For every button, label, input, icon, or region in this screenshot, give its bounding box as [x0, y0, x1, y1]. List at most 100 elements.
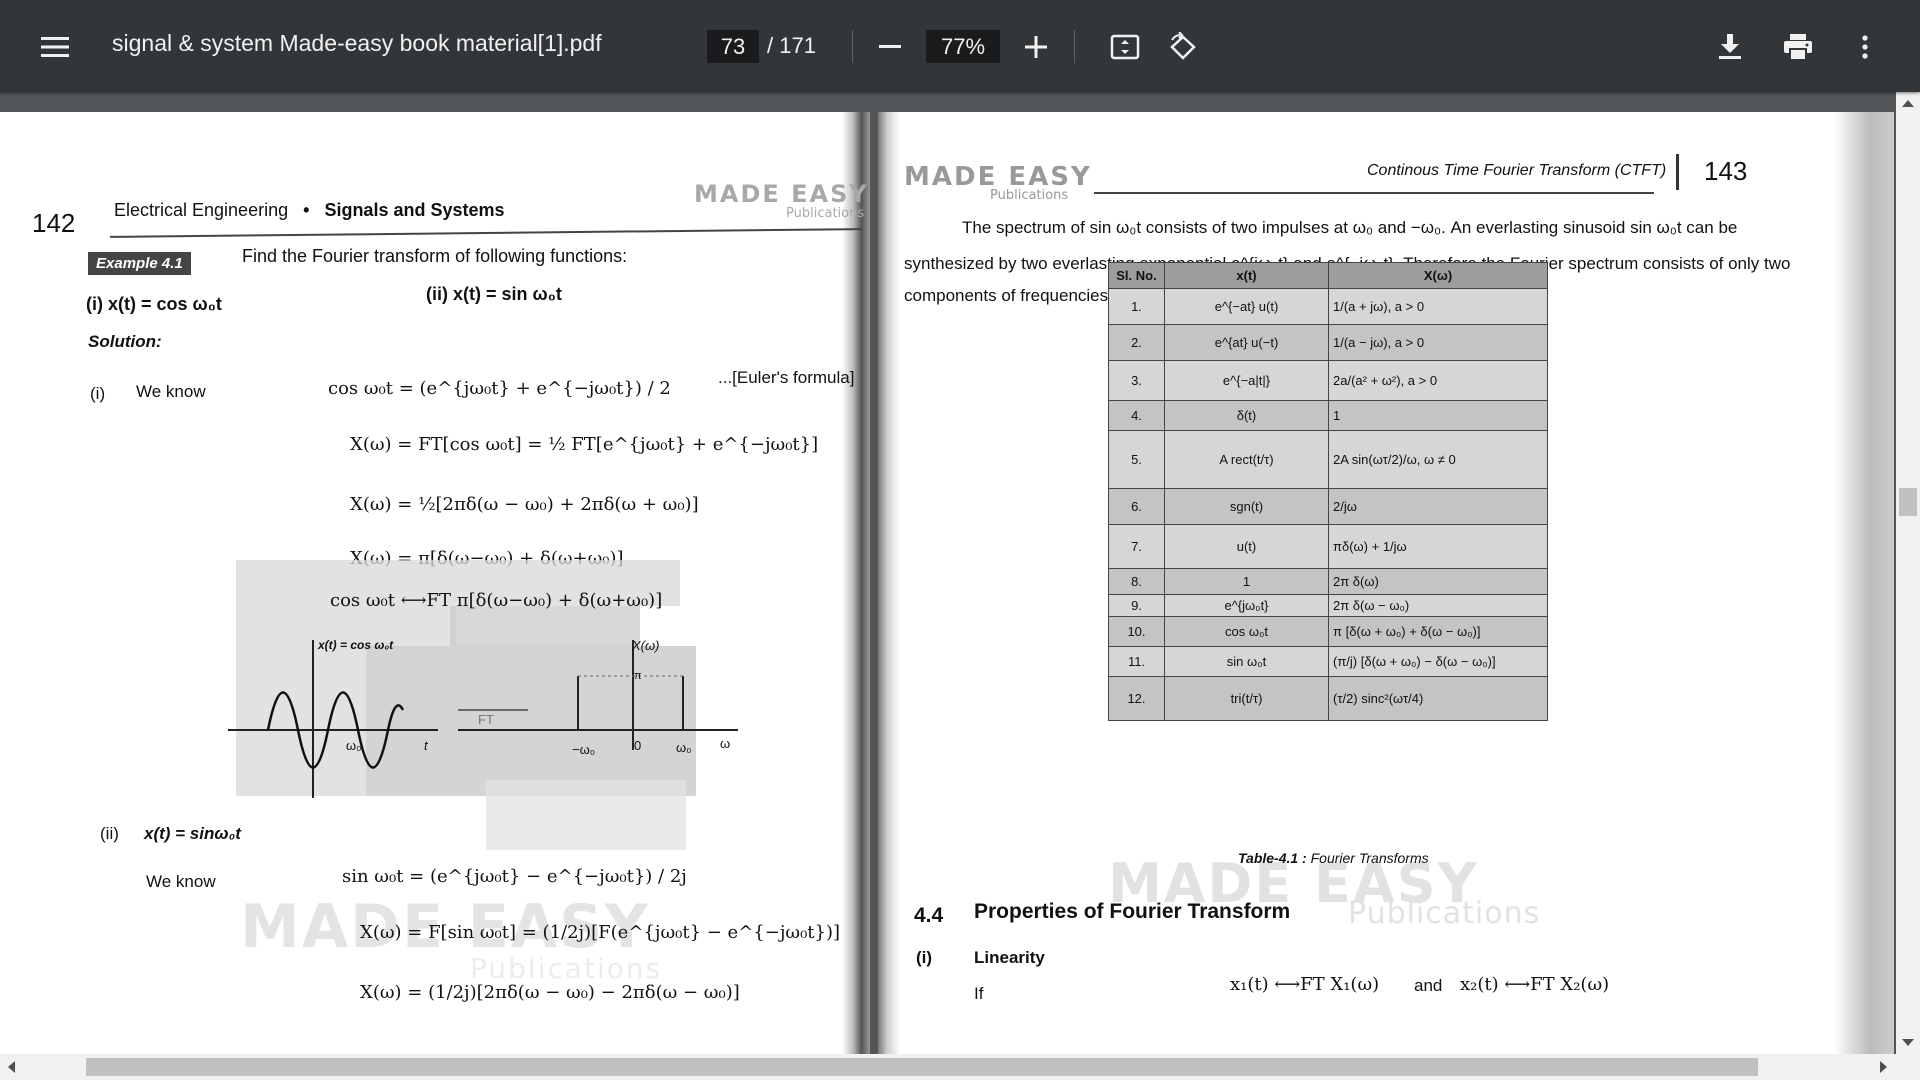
- step-ii-function: x(t) = sinω₀t: [144, 824, 241, 843]
- table-header: X(ω): [1328, 262, 1548, 289]
- document-viewport[interactable]: 142 Electrical Engineering • Signals and…: [0, 92, 1896, 1054]
- table-row: 10. cos ω₀t π [δ(ω + ω₀) + δ(ω − ω₀)]: [1108, 616, 1548, 647]
- toolbar-divider: [1074, 30, 1075, 63]
- euler-note: ...[Euler's formula]: [718, 368, 855, 387]
- table-cell: 12.: [1108, 676, 1165, 721]
- paragraph-line-1: The spectrum of sin ω₀t consists of two …: [962, 218, 1738, 237]
- zoom-input[interactable]: 77%: [926, 30, 1000, 63]
- figure-shading: [486, 780, 686, 850]
- fit-page-icon[interactable]: [1100, 22, 1150, 72]
- watermark-sub: Publications: [990, 188, 1069, 203]
- scroll-down-icon[interactable]: [1902, 1039, 1914, 1046]
- table-row: 7. u(t) πδ(ω) + 1/jω: [1108, 524, 1548, 569]
- table-cell: 2A sin(ωτ/2)/ω, ω ≠ 0: [1328, 430, 1548, 489]
- table-row: 8. 1 2π δ(ω): [1108, 568, 1548, 595]
- part-ii-label: (ii) x(t) = sin ω₀t: [426, 284, 562, 304]
- horizontal-scroll-thumb[interactable]: [86, 1058, 1758, 1076]
- pdf-viewer: signal & system Made-easy book material[…: [0, 0, 1920, 1080]
- page-header-title: Continous Time Fourier Transform (CTFT): [1367, 162, 1667, 179]
- zoom-in-icon[interactable]: [1014, 22, 1058, 72]
- table-cell: 2π δ(ω − ω₀): [1328, 594, 1548, 617]
- table-cell: 11.: [1108, 646, 1165, 677]
- page-number: 143: [1704, 156, 1748, 186]
- table-cell: e^{−a|t|}: [1164, 360, 1329, 401]
- plot-X-label: X(ω): [632, 638, 660, 653]
- watermark-large-sub: Publications: [470, 952, 663, 985]
- and-text: and: [1414, 976, 1443, 995]
- plot-ft-label: FT: [478, 712, 494, 727]
- table-cell: 1: [1328, 400, 1548, 431]
- equation-euler-sin: sin ω₀t = (e^{jω₀t} − e^{−jω₀t}) / 2j: [342, 866, 687, 887]
- vertical-scrollbar[interactable]: [1896, 92, 1920, 1054]
- horizontal-scrollbar[interactable]: [0, 1054, 1920, 1080]
- table-cell: 9.: [1108, 594, 1165, 617]
- table-cell: sin ω₀t: [1164, 646, 1329, 677]
- part-i-label: (i) x(t) = cos ω₀t: [86, 294, 222, 314]
- we-know-text: We know: [136, 382, 206, 401]
- solution-label: Solution:: [88, 332, 162, 351]
- plot-w0-label: ω₀: [346, 738, 362, 753]
- scroll-right-icon[interactable]: [1880, 1061, 1887, 1073]
- page-header: Electrical Engineering • Signals and Sys…: [114, 200, 505, 221]
- table-cell: 2/jω: [1328, 488, 1548, 525]
- if-text: If: [974, 984, 984, 1003]
- table-cell: 1.: [1108, 288, 1165, 325]
- example-badge: Example 4.1: [88, 252, 191, 275]
- table-row: 4. δ(t) 1: [1108, 400, 1548, 431]
- scroll-up-icon[interactable]: [1902, 100, 1914, 107]
- sub-label: (i): [916, 948, 933, 967]
- equation-ft-cos: X(ω) = FT[cos ω₀t] = ½ FT[e^{jω₀t} + e^{…: [350, 434, 819, 455]
- equation-euler-cos: cos ω₀t = (e^{jω₀t} + e^{−jω₀t}) / 2: [328, 378, 671, 399]
- step-i-label: (i): [90, 384, 106, 403]
- table-header: Sl. No.: [1108, 262, 1165, 289]
- rotate-icon[interactable]: [1158, 22, 1208, 72]
- table-cell: 2π δ(ω): [1328, 568, 1548, 595]
- page-number: 142: [32, 208, 76, 238]
- linearity-pair-1: x₁(t) ⟷FT X₁(ω): [1230, 974, 1380, 995]
- table-row: 5. A rect(t/τ) 2A sin(ωτ/2)/ω, ω ≠ 0: [1108, 430, 1548, 489]
- more-options-icon[interactable]: [1840, 22, 1890, 72]
- table-cell: tri(t/τ): [1164, 676, 1329, 721]
- table-row: 11. sin ω₀t (π/j) [δ(ω + ω₀) − δ(ω − ω₀)]: [1108, 646, 1548, 677]
- table-caption: Table-4.1 : Fourier Transforms: [1238, 850, 1429, 866]
- page-number-input[interactable]: 73: [707, 30, 759, 63]
- toolbar: signal & system Made-easy book material[…: [0, 0, 1920, 92]
- table-cell: (π/j) [δ(ω + ω₀) − δ(ω − ω₀)]: [1328, 646, 1548, 677]
- plot-w-axis: ω: [720, 736, 731, 751]
- linearity-pair-2: x₂(t) ⟷FT X₂(ω): [1460, 974, 1610, 995]
- plot-t-label: t: [424, 738, 428, 753]
- section-title: Properties of Fourier Transform: [974, 900, 1291, 923]
- plot-minus-w0: −ω₀: [572, 742, 596, 757]
- example-title: Find the Fourier transform of following …: [242, 246, 628, 266]
- we-know-text-2: We know: [146, 872, 216, 891]
- table-cell: 2.: [1108, 324, 1165, 361]
- fourier-transform-table: Sl. No. x(t) X(ω) 1. e^{−at} u(t) 1/(a + j…: [1108, 262, 1548, 721]
- table-cell: u(t): [1164, 524, 1329, 569]
- table-cell: sgn(t): [1164, 488, 1329, 525]
- table-cell: 3.: [1108, 360, 1165, 401]
- page-edge: [1834, 112, 1894, 1054]
- header-rule: [1094, 192, 1654, 194]
- equation-ft-sin: X(ω) = F[sin ω₀t] = (1/2j)[F(e^{jω₀t} − …: [360, 922, 841, 943]
- watermark-logo: MADE EASY: [694, 180, 869, 208]
- table-header: x(t): [1164, 262, 1329, 289]
- zoom-out-icon[interactable]: [868, 22, 912, 72]
- header-bullet: •: [303, 200, 310, 220]
- table-row: 6. sgn(t) 2/jω: [1108, 488, 1548, 525]
- vertical-scroll-thumb[interactable]: [1899, 488, 1917, 516]
- menu-icon[interactable]: [30, 22, 80, 72]
- scroll-left-icon[interactable]: [8, 1061, 15, 1073]
- equation-impulses: X(ω) = ½[2πδ(ω − ω₀) + 2πδ(ω + ω₀)]: [350, 494, 699, 515]
- table-cell: e^{jω₀t}: [1164, 594, 1329, 617]
- table-cell: 7.: [1108, 524, 1165, 569]
- header-subject: Electrical Engineering: [114, 200, 289, 220]
- download-icon[interactable]: [1705, 22, 1755, 72]
- equation-sin-impulses: X(ω) = (1/2j)[2πδ(ω − ω₀) − 2πδ(ω − ω₀)]: [360, 982, 740, 1003]
- table-cell: 6.: [1108, 488, 1165, 525]
- section-number: 4.4: [914, 904, 944, 927]
- header-divider: [1676, 154, 1679, 190]
- plot-pi: π: [634, 670, 642, 682]
- print-icon[interactable]: [1773, 22, 1823, 72]
- plot-w0-right: ω₀: [676, 740, 692, 755]
- table-cell: e^{−at} u(t): [1164, 288, 1329, 325]
